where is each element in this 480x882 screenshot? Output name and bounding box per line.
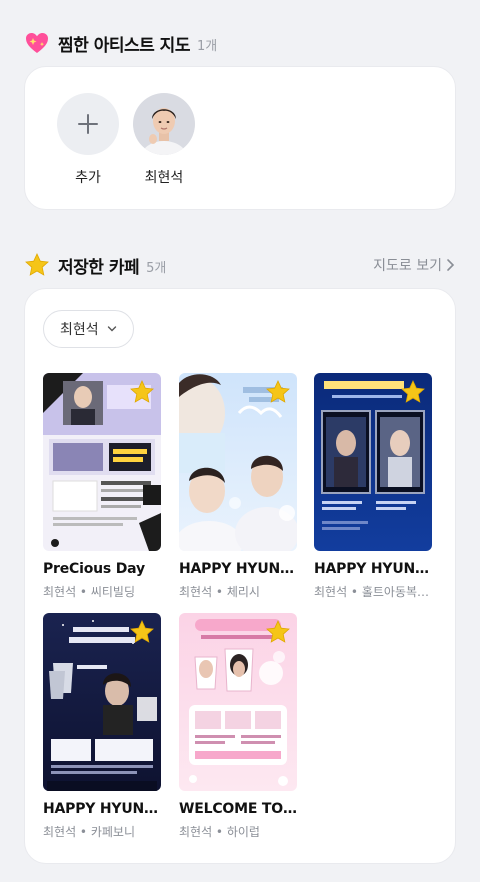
saved-cafes-header: 저장한 카페 5개 지도로 보기	[24, 252, 456, 278]
plus-icon	[57, 93, 119, 155]
cafe-subtitle: 최현석 • 카페보니	[43, 825, 135, 839]
artist-map-header: 찜한 아티스트 지도 1개	[24, 30, 456, 56]
saved-star-icon[interactable]	[265, 619, 291, 645]
add-artist-label: 추가	[75, 170, 101, 186]
saved-cafes-title: 저장한 카페	[58, 257, 140, 278]
sparkling-heart-icon	[24, 30, 50, 56]
cafe-name: WELCOME TO WORKPLACE	[179, 801, 297, 817]
artist-list-card: 추가 최현석	[24, 66, 456, 210]
artist-name: 최현석	[144, 170, 184, 186]
cafe-name: PreCious Day	[43, 561, 145, 577]
saved-cafes-count: 5개	[146, 260, 167, 276]
cafe-poster-image	[43, 373, 161, 551]
cafe-name: HAPPY HYUNSUK DAY	[179, 561, 297, 577]
view-on-map-link[interactable]: 지도로 보기	[373, 255, 456, 275]
cafe-subtitle: 최현석 • 체리시	[179, 585, 260, 599]
cafe-name: HAPPY HYUNSUK DAY	[314, 561, 432, 577]
cafe-poster-image	[179, 373, 297, 551]
cafe-card-2[interactable]: HAPPY HYUNSUK DAY 최현석 • 체리시	[179, 373, 297, 600]
saved-star-icon[interactable]	[265, 379, 291, 405]
cafe-poster-image	[314, 373, 432, 551]
artist-filter-dropdown[interactable]: 최현석	[43, 310, 134, 348]
cafe-subtitle: 최현석 • 홀트아동복지회	[314, 585, 432, 599]
saved-star-icon[interactable]	[129, 619, 155, 645]
cafe-card-1[interactable]: PreCious Day 최현석 • 씨티빌딩	[43, 373, 161, 600]
cafe-card-4[interactable]: HAPPY HYUNSUK DAY 최현석 • 카페보니	[43, 613, 161, 840]
cafe-card-3[interactable]: HAPPY HYUNSUK DAY 최현석 • 홀트아동복지회	[314, 373, 432, 600]
artist-item-choi-hyunsuk[interactable]: 최현석	[132, 93, 196, 187]
cafe-poster-image	[179, 613, 297, 791]
saved-star-icon[interactable]	[400, 379, 426, 405]
artist-avatar	[133, 93, 195, 155]
chevron-right-icon	[447, 259, 455, 271]
cafe-subtitle: 최현석 • 씨티빌딩	[43, 585, 135, 599]
artist-filter-value: 최현석	[60, 322, 99, 338]
cafe-poster-image	[43, 613, 161, 791]
artist-map-count: 1개	[196, 38, 218, 54]
add-artist-button[interactable]: 추가	[56, 93, 120, 187]
star-icon	[24, 252, 50, 278]
cafe-card-5[interactable]: WELCOME TO WORKPLACE 최현석 • 하이럽	[179, 613, 297, 840]
view-on-map-label: 지도로 보기	[373, 258, 442, 274]
artist-map-title: 찜한 아티스트 지도	[58, 35, 190, 56]
saved-cafes-card: 최현석 PreCious Day 최현석 • 씨티빌딩 HAPPY HYUNS …	[24, 288, 456, 864]
cafe-subtitle: 최현석 • 하이럽	[179, 825, 260, 839]
cafe-name: HAPPY HYUNSUK DAY	[43, 801, 161, 817]
saved-star-icon[interactable]	[129, 379, 155, 405]
chevron-down-icon	[107, 326, 116, 332]
